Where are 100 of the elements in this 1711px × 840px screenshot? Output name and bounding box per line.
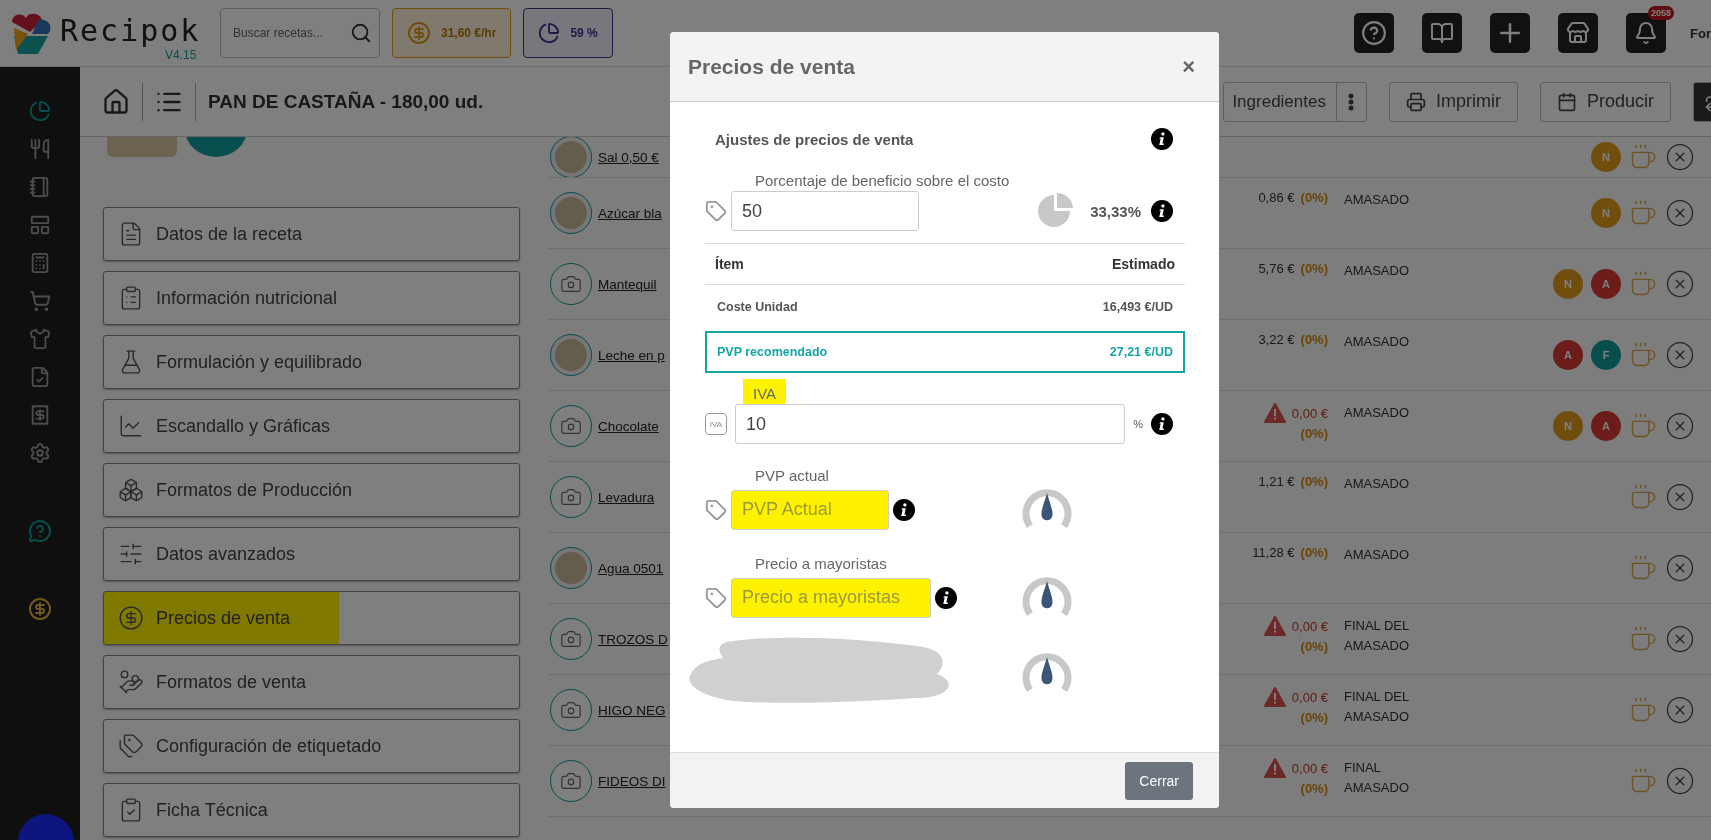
logo-text: Recipok — [60, 12, 201, 48]
field-label: PVP actual — [754, 465, 830, 486]
close-button[interactable]: × — [1180, 53, 1197, 80]
user-name[interactable]: For — [1690, 25, 1711, 41]
tag-icon — [705, 498, 727, 521]
menu-item[interactable]: Formulación y equilibrado — [103, 335, 520, 389]
home-icon[interactable] — [102, 87, 130, 116]
camera-icon — [560, 486, 582, 508]
warning-icon — [1263, 616, 1286, 636]
stage-label: AMASADO — [1344, 475, 1410, 493]
stage-label: AMASADO — [1344, 333, 1410, 351]
nav-icon[interactable] — [29, 328, 51, 350]
price-percentage: (0%) — [1300, 261, 1328, 276]
menu-item[interactable]: Formatos de venta — [103, 655, 520, 709]
allergen-badge: N — [1553, 269, 1583, 299]
menu-icon — [118, 733, 144, 759]
field-label: Porcentaje de beneficio sobre el costo — [754, 171, 1011, 191]
menu-icon — [118, 477, 144, 503]
help-button[interactable] — [1354, 13, 1395, 53]
price-percentage: (0%) — [1299, 781, 1328, 796]
stage-label: FINAL DEL AMASADO — [1344, 688, 1410, 726]
remove-icon[interactable] — [1665, 411, 1695, 441]
cost-badge[interactable]: 31,60 €/hr — [392, 8, 512, 58]
allergen-badge: N — [1591, 142, 1621, 172]
price-input[interactable]: PVP Actual — [731, 489, 889, 530]
print-button[interactable]: Imprimir — [1388, 81, 1518, 122]
pie-icon — [538, 22, 561, 44]
menu-item[interactable]: Datos de la receta — [103, 207, 520, 261]
produce-button[interactable]: Producir — [1539, 81, 1671, 122]
menu-item[interactable]: Información nutricional — [103, 271, 520, 325]
info-icon[interactable] — [1151, 200, 1173, 222]
vat-input[interactable]: 10 — [735, 404, 1126, 444]
remove-icon[interactable] — [1665, 340, 1695, 370]
allergen-badge: A — [1591, 269, 1621, 299]
price-percentage: (0%) — [1300, 332, 1328, 347]
warning-icon — [1263, 687, 1286, 707]
bell-icon — [1634, 21, 1659, 45]
progress-badge[interactable]: 59 % — [523, 8, 613, 58]
coin-icon[interactable] — [28, 597, 52, 621]
search-field[interactable]: Buscar recetas... — [220, 8, 380, 58]
ingredients-button[interactable]: Ingredientes — [1223, 81, 1337, 122]
price-percentage: (0%) — [1299, 710, 1328, 725]
ingredient-price: 3,22 € — [1258, 332, 1295, 347]
tag-icon — [705, 200, 727, 222]
remove-icon[interactable] — [1665, 766, 1695, 796]
menu-item[interactable]: Datos avanzados — [103, 527, 520, 581]
info-icon[interactable] — [935, 586, 957, 609]
ingredient-price: 1,21 € — [1258, 474, 1295, 489]
remove-icon[interactable] — [1665, 142, 1695, 172]
nav-icon[interactable] — [29, 214, 51, 236]
field-label: IVA — [743, 379, 787, 404]
ingredient-price: 0,00 € — [1291, 618, 1328, 634]
menu-item[interactable]: Escandallo y Gráficas — [103, 399, 520, 453]
tag-icon — [705, 586, 727, 609]
add-button[interactable] — [1490, 13, 1531, 53]
store-button[interactable] — [1558, 13, 1599, 53]
menu-icon — [118, 669, 144, 695]
info-icon[interactable] — [1151, 413, 1173, 435]
info-icon[interactable] — [893, 498, 915, 521]
ingredient-price: 11,28 € — [1252, 545, 1295, 560]
profit-input[interactable]: 50 — [731, 191, 919, 231]
menu-icon — [118, 541, 144, 567]
menu-item[interactable]: Formatos de Producción — [103, 463, 520, 517]
remove-icon[interactable] — [1665, 553, 1695, 583]
warning-icon — [1263, 403, 1286, 423]
nav-icon[interactable] — [29, 366, 51, 388]
nav-icon[interactable] — [29, 252, 51, 274]
info-icon[interactable] — [1151, 128, 1173, 150]
menu-icon — [118, 413, 144, 439]
remove-icon[interactable] — [1665, 695, 1695, 725]
nav-icon[interactable] — [29, 442, 51, 464]
allergen-badge: A — [1553, 340, 1583, 370]
stage-label: AMASADO — [1344, 546, 1410, 564]
price-input[interactable]: Precio a mayoristas — [731, 577, 931, 618]
book-button[interactable] — [1422, 13, 1463, 53]
recipe-title: PAN DE CASTAÑA - 180,00 ud. — [208, 90, 484, 113]
more-button[interactable] — [1336, 81, 1367, 122]
remove-icon[interactable] — [1665, 198, 1695, 228]
allergen-badge: A — [1591, 411, 1621, 441]
stage-label: AMASADO — [1344, 191, 1410, 209]
stage-label: FINAL DEL AMASADO — [1344, 617, 1410, 655]
nav-icon[interactable] — [29, 176, 51, 198]
remove-icon[interactable] — [1665, 624, 1695, 654]
table-cell: 27,21 €/UD — [1109, 345, 1173, 359]
close-dialog-button[interactable]: Cerrar — [1125, 761, 1193, 800]
nav-icon[interactable] — [29, 290, 51, 312]
version-label: V4.15 — [165, 47, 197, 62]
remove-icon[interactable] — [1665, 269, 1695, 299]
column-header: Estimado — [1112, 256, 1175, 272]
allergen-badge: N — [1553, 411, 1583, 441]
nav-icon[interactable] — [29, 138, 51, 160]
calendar-icon — [1556, 91, 1577, 112]
stage-label: AMASADO — [1344, 404, 1410, 422]
menu-item[interactable]: Configuración de etiquetado — [103, 719, 520, 773]
price-percentage: (0%) — [1299, 639, 1328, 654]
nav-icon[interactable] — [29, 404, 51, 426]
menu-item[interactable]: Ficha Técnica — [103, 783, 520, 837]
menu-item[interactable]: Precios de venta — [103, 591, 520, 645]
price-percentage: (0%) — [1299, 426, 1328, 441]
remove-icon[interactable] — [1665, 482, 1695, 512]
